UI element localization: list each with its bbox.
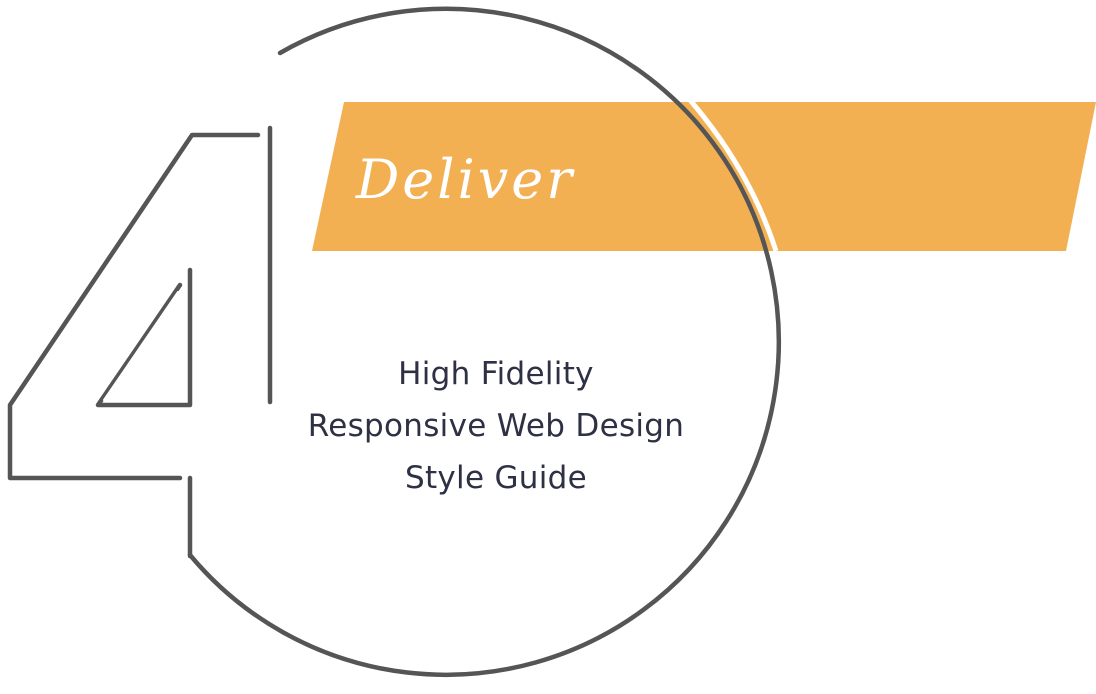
step-title: Deliver: [356, 148, 576, 211]
step-items: High Fidelity Responsive Web Design Styl…: [246, 348, 746, 504]
step-item-style-guide: Style Guide: [404, 460, 588, 496]
number-four-outline: [7, 125, 273, 559]
step-card: Deliver High Fidelity Responsive Web Des…: [0, 0, 1096, 694]
step-item-high-fidelity: High Fidelity: [398, 356, 594, 392]
step-graphic: [7, 6, 1096, 678]
step-item-responsive-web-design: Responsive Web Design: [307, 408, 685, 444]
